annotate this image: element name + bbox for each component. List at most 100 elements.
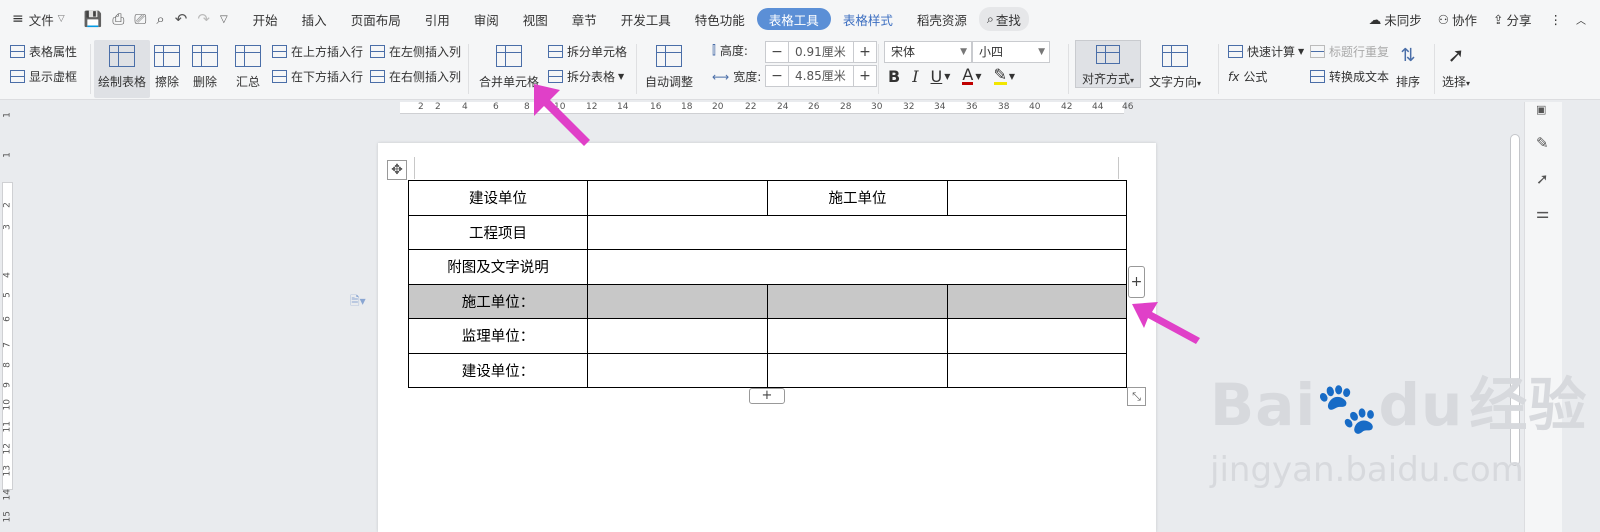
- underline-icon[interactable]: U: [931, 67, 943, 86]
- table-cell[interactable]: 工程项目: [408, 214, 588, 250]
- plus-icon[interactable]: +: [854, 68, 876, 84]
- auto-fit-button[interactable]: 自动调整: [645, 45, 693, 90]
- table-cell[interactable]: 监理单位：: [408, 318, 588, 354]
- tab-table-tools[interactable]: 表格工具: [756, 8, 831, 30]
- tab-home[interactable]: 开始: [241, 7, 290, 31]
- collapse-ribbon-icon[interactable]: ︿: [1572, 7, 1600, 31]
- print-icon[interactable]: ⎚: [134, 10, 146, 28]
- align-button[interactable]: 对齐方式▾: [1075, 40, 1141, 88]
- split-cells-button[interactable]: 拆分单元格: [548, 43, 627, 60]
- highlight-icon[interactable]: ✎: [993, 67, 1007, 85]
- formula-button[interactable]: fx 公式: [1228, 68, 1267, 85]
- search-box[interactable]: ⌕ 查找: [978, 7, 1029, 31]
- insert-col-right-button[interactable]: 在右侧插入列: [370, 68, 461, 85]
- height-stepper[interactable]: −0.91厘米 +: [765, 41, 877, 63]
- sort-button[interactable]: ⇅ 排序: [1396, 45, 1420, 90]
- collaborate-button[interactable]: ⚇ 协作: [1430, 7, 1485, 31]
- add-row-button[interactable]: +: [749, 388, 785, 404]
- vertical-ruler[interactable]: 1 1 2 3 4 5 6 7 8 9 10 11 12 13 14 15: [0, 102, 14, 532]
- table-cell[interactable]: 施工单位: [767, 180, 948, 216]
- add-column-button[interactable]: +: [1128, 266, 1145, 298]
- sync-status[interactable]: ☁ 未同步: [1361, 7, 1430, 31]
- table-cell[interactable]: [767, 352, 948, 388]
- document-page[interactable]: ✥ 建设单位 施工单位 工程项目 附图及文字说明 施工单位： 监理单位： 建设单…: [378, 143, 1156, 532]
- find-icon[interactable]: ⌕: [156, 10, 164, 28]
- height-value[interactable]: 0.91厘米: [788, 42, 854, 62]
- show-grid-button[interactable]: 显示虚框: [10, 68, 77, 85]
- delete-button[interactable]: 删除: [192, 45, 218, 90]
- chevron-down-icon[interactable]: ▼: [975, 72, 981, 81]
- print-preview-icon[interactable]: ⎙: [112, 10, 124, 28]
- save-icon[interactable]: 💾: [84, 10, 103, 28]
- table-cell[interactable]: [947, 283, 1127, 319]
- panel-toggle-icon[interactable]: ▣: [1536, 103, 1546, 116]
- table-properties-button[interactable]: 表格属性: [10, 43, 77, 60]
- bold-icon[interactable]: B: [888, 67, 900, 86]
- more-menu-icon[interactable]: ⋮: [1540, 7, 1573, 31]
- tab-references[interactable]: 引用: [413, 7, 462, 31]
- tab-insert[interactable]: 插入: [290, 7, 339, 31]
- table-cell[interactable]: [947, 352, 1127, 388]
- table-cell[interactable]: [587, 352, 768, 388]
- summary-button[interactable]: 汇总: [235, 45, 261, 90]
- table-cell[interactable]: [587, 283, 768, 319]
- erase-button[interactable]: 擦除: [154, 45, 180, 90]
- table-cell[interactable]: [947, 180, 1127, 216]
- table-cell[interactable]: [587, 214, 1127, 250]
- plus-icon[interactable]: +: [854, 44, 876, 60]
- minus-icon[interactable]: −: [766, 68, 788, 84]
- table-cell[interactable]: [767, 318, 948, 354]
- font-name-select[interactable]: 宋体 ▼: [884, 41, 972, 63]
- undo-icon[interactable]: ↶: [175, 10, 188, 28]
- tab-view[interactable]: 视图: [511, 7, 560, 31]
- repeat-title-button[interactable]: 标题行重复: [1310, 43, 1389, 60]
- table-cell[interactable]: 建设单位: [408, 180, 588, 216]
- settings-sliders-icon[interactable]: ⚌: [1536, 204, 1549, 222]
- quick-calc-button[interactable]: 快速计算 ▼: [1228, 43, 1304, 60]
- edit-pen-icon[interactable]: ✎: [1536, 134, 1549, 152]
- redo-icon[interactable]: ↷: [197, 10, 210, 28]
- select-pointer-icon[interactable]: ➚: [1536, 170, 1549, 188]
- chevron-down-icon[interactable]: ▼: [1009, 72, 1015, 81]
- font-size-select[interactable]: 小四 ▼: [972, 41, 1050, 63]
- width-stepper[interactable]: −4.85厘米 +: [765, 65, 877, 87]
- minus-icon[interactable]: −: [766, 44, 788, 60]
- table-cell[interactable]: [947, 318, 1127, 354]
- file-menu[interactable]: ≡ 文件 ▽: [0, 7, 77, 31]
- tab-review[interactable]: 审阅: [462, 7, 511, 31]
- chevron-down-icon[interactable]: ▼: [944, 72, 950, 81]
- draw-table-button[interactable]: 绘制表格: [94, 40, 150, 98]
- width-value[interactable]: 4.85厘米: [788, 66, 854, 86]
- insert-col-left-button[interactable]: 在左侧插入列: [370, 43, 461, 60]
- tab-table-style[interactable]: 表格样式: [831, 7, 905, 31]
- tab-docer[interactable]: 稻壳资源: [905, 7, 979, 31]
- select-button[interactable]: ➚ 选择▾: [1442, 43, 1470, 90]
- more-icon[interactable]: ▽: [220, 14, 228, 25]
- ruler-tick-label: 1: [2, 152, 13, 158]
- tab-section[interactable]: 章节: [560, 7, 609, 31]
- eraser-icon: [154, 45, 180, 67]
- tab-features[interactable]: 特色功能: [683, 7, 757, 31]
- resize-table-icon[interactable]: ⤡: [1127, 387, 1146, 406]
- move-table-icon[interactable]: ✥: [387, 160, 407, 180]
- horizontal-ruler[interactable]: 2 2 4 6 8 10 12 14 16 18 20 22 24 26 28 30 32 34 36 38 40 42 4…: [400, 102, 1133, 114]
- share-button[interactable]: ⇪ 分享: [1485, 7, 1540, 31]
- insert-row-below-button[interactable]: 在下方插入行: [272, 68, 363, 85]
- italic-icon[interactable]: I: [912, 67, 918, 86]
- font-color-icon[interactable]: A: [962, 67, 974, 85]
- tab-page-layout[interactable]: 页面布局: [339, 7, 413, 31]
- table-cell[interactable]: [767, 283, 948, 319]
- tab-developer[interactable]: 开发工具: [609, 7, 683, 31]
- table-cell[interactable]: [587, 318, 768, 354]
- table-cell[interactable]: 施工单位：: [408, 283, 588, 319]
- table-cell[interactable]: 建设单位：: [408, 352, 588, 388]
- paragraph-marker-icon[interactable]: 🗎▾: [350, 292, 366, 313]
- convert-to-text-button[interactable]: 转换成文本: [1310, 68, 1389, 85]
- document-table[interactable]: 建设单位 施工单位 工程项目 附图及文字说明 施工单位： 监理单位： 建设单位：: [408, 180, 1127, 388]
- table-cell[interactable]: [587, 249, 1127, 285]
- text-direction-button[interactable]: 文字方向▾: [1149, 45, 1201, 90]
- table-cell[interactable]: [587, 180, 768, 216]
- insert-row-above-button[interactable]: 在上方插入行: [272, 43, 363, 60]
- chevron-down-icon: ▾: [1130, 76, 1135, 85]
- table-cell[interactable]: 附图及文字说明: [408, 249, 588, 285]
